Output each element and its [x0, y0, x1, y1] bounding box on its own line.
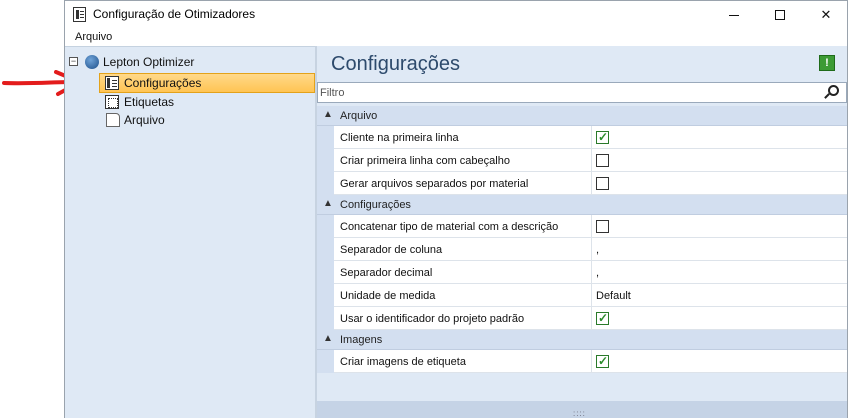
collapse-icon[interactable]: ▲	[323, 109, 333, 120]
property-name: Separador de coluna	[340, 244, 443, 256]
unidade-medida-value[interactable]: Default	[596, 290, 631, 302]
group-name: Configurações	[340, 199, 411, 211]
property-name: Criar imagens de etiqueta	[340, 356, 466, 368]
settings-panel: Configurações ! ▲ Arquivo Cliente na pri…	[317, 46, 847, 418]
property-row: Separador decimal ,	[317, 261, 847, 284]
maximize-button[interactable]	[757, 1, 803, 29]
grip-icon[interactable]: ::::	[573, 409, 586, 418]
minimize-button[interactable]	[711, 1, 757, 29]
menu-bar: Arquivo	[65, 29, 847, 46]
identificador-projeto-checkbox[interactable]	[596, 311, 609, 325]
property-row: Criar imagens de etiqueta	[317, 350, 847, 373]
group-name: Imagens	[340, 334, 383, 346]
property-name: Separador decimal	[340, 267, 433, 279]
property-row: Criar primeira linha com cabeçalho	[317, 149, 847, 172]
navigation-tree: − Lepton Optimizer Configurações Etiquet…	[65, 46, 315, 418]
property-name: Concatenar tipo de material com a descri…	[340, 221, 559, 233]
cliente-primeira-linha-checkbox[interactable]	[596, 130, 609, 144]
concatenar-material-checkbox[interactable]	[596, 220, 609, 233]
criar-cabecalho-checkbox[interactable]	[596, 154, 609, 167]
property-name: Cliente na primeira linha	[340, 132, 459, 144]
tree-item-configuracoes-label[interactable]: Configurações	[124, 76, 201, 90]
property-row: Concatenar tipo de material com a descri…	[317, 215, 847, 238]
group-header-imagens[interactable]: ▲ Imagens	[317, 330, 847, 350]
app-icon	[73, 7, 86, 22]
lepton-globe-icon	[85, 55, 99, 69]
config-icon	[105, 76, 119, 90]
tree-item-etiquetas[interactable]: Etiquetas	[124, 95, 174, 109]
separador-decimal-value[interactable]: ,	[596, 267, 599, 279]
tree-root-label[interactable]: Lepton Optimizer	[103, 55, 194, 69]
property-row: Gerar arquivos separados por material	[317, 172, 847, 195]
resize-strip[interactable]: ::::	[317, 401, 847, 418]
menu-arquivo[interactable]: Arquivo	[75, 31, 112, 43]
property-row: Usar o identificador do projeto padrão	[317, 307, 847, 330]
file-icon	[106, 113, 120, 127]
property-row: Separador de coluna ,	[317, 238, 847, 261]
group-header-configuracoes[interactable]: ▲ Configurações	[317, 195, 847, 215]
collapse-icon[interactable]: ▲	[323, 198, 333, 209]
criar-imagens-checkbox[interactable]	[596, 354, 609, 368]
search-icon[interactable]	[828, 85, 839, 96]
page-title: Configurações	[331, 53, 460, 75]
tree-item-arquivo[interactable]: Arquivo	[124, 113, 165, 127]
group-header-arquivo[interactable]: ▲ Arquivo	[317, 106, 847, 126]
property-name: Unidade de medida	[340, 290, 436, 302]
filter-box	[317, 82, 847, 103]
info-button[interactable]: !	[819, 55, 835, 71]
arquivos-separados-checkbox[interactable]	[596, 177, 609, 190]
minimize-icon	[729, 14, 739, 16]
close-button[interactable]: ✕	[803, 1, 849, 29]
separador-coluna-value[interactable]: ,	[596, 244, 599, 256]
property-name: Usar o identificador do projeto padrão	[340, 313, 525, 325]
group-name: Arquivo	[340, 110, 378, 122]
collapse-tree-icon[interactable]: −	[69, 57, 78, 66]
maximize-icon	[775, 10, 785, 20]
property-row: Cliente na primeira linha	[317, 126, 847, 149]
label-icon	[105, 95, 119, 109]
title-bar[interactable]: Configuração de Otimizadores ✕	[65, 1, 847, 29]
filter-input[interactable]	[320, 85, 820, 100]
property-name: Gerar arquivos separados por material	[340, 178, 529, 190]
property-name: Criar primeira linha com cabeçalho	[340, 155, 510, 167]
app-window: Configuração de Otimizadores ✕ Arquivo −…	[64, 0, 848, 418]
property-grid: ▲ Arquivo Cliente na primeira linha Cria…	[317, 106, 847, 373]
property-row: Unidade de medida Default	[317, 284, 847, 307]
window-title: Configuração de Otimizadores	[93, 7, 256, 21]
close-icon: ✕	[820, 7, 832, 22]
collapse-icon[interactable]: ▲	[323, 333, 333, 344]
